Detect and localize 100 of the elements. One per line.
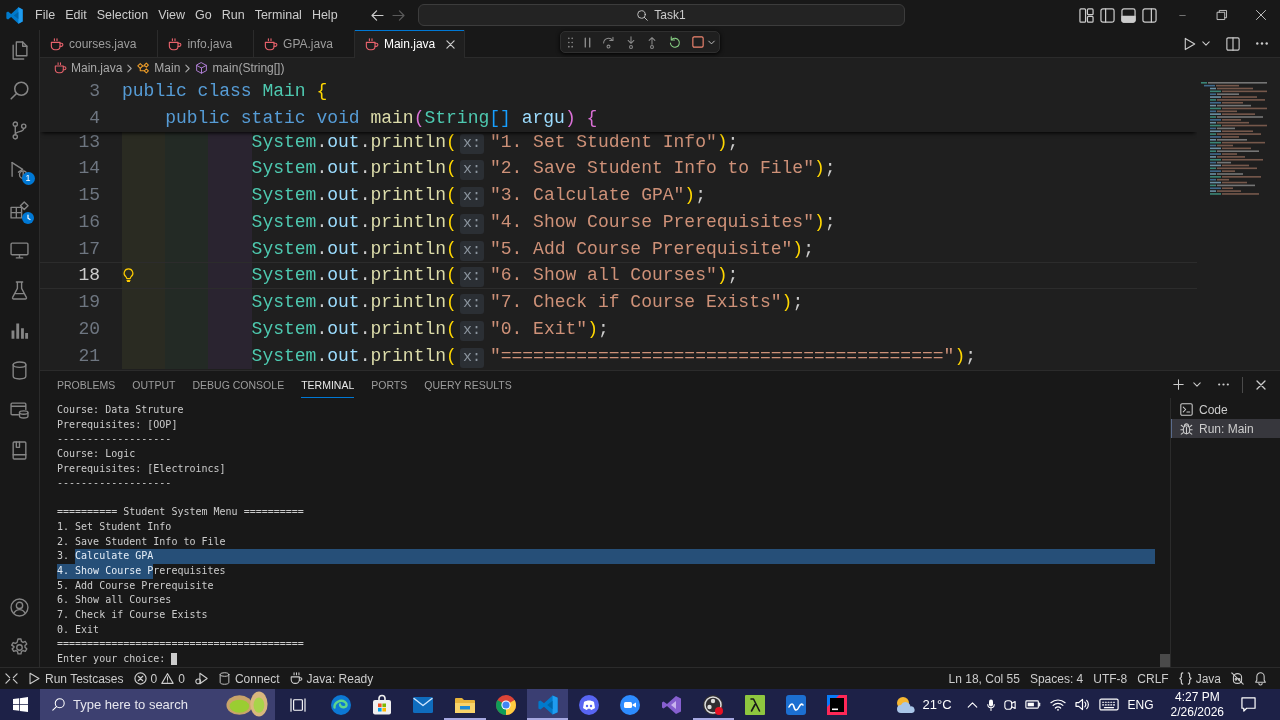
editor-tab[interactable]: Main.java <box>354 30 466 58</box>
breadcrumb-item[interactable]: main(String[]) <box>195 61 285 75</box>
menu-item[interactable]: Terminal <box>249 5 307 25</box>
database-icon <box>217 672 231 685</box>
play-icon[interactable] <box>1184 36 1196 51</box>
flask-icon[interactable] <box>10 280 29 300</box>
status-item[interactable]: UTF-8 <box>1088 668 1133 689</box>
status-item[interactable]: Ln 18, Col 55 <box>943 668 1025 689</box>
panel-tab[interactable]: TERMINAL <box>301 371 355 398</box>
inlay-hint: x: <box>459 267 484 288</box>
close-icon[interactable] <box>1255 10 1266 20</box>
left-sidebar-icon[interactable] <box>1100 7 1115 23</box>
microphone-icon[interactable] <box>986 697 995 712</box>
bottom-panel-icon[interactable] <box>1121 7 1136 23</box>
step-over-icon[interactable] <box>602 35 615 49</box>
status-item[interactable]: Run Testcases <box>23 668 129 689</box>
database-icon[interactable] <box>10 360 29 380</box>
panel-tab[interactable]: DEBUG CONSOLE <box>192 371 285 398</box>
panel-tab[interactable]: QUERY RESULTS <box>424 371 512 398</box>
keyboard-icon[interactable] <box>1098 698 1119 711</box>
menu-item[interactable]: Run <box>216 5 250 25</box>
step-into-icon[interactable] <box>626 35 636 49</box>
restore-icon[interactable] <box>1216 10 1227 20</box>
search-icon[interactable] <box>10 80 29 100</box>
panel-tab[interactable]: PROBLEMS <box>57 371 116 398</box>
monitor-icon[interactable] <box>10 240 29 260</box>
clock-date[interactable]: 2/26/2026 <box>1170 704 1224 720</box>
weather-widget[interactable]: 21°C <box>894 695 952 714</box>
scrollbar-thumb[interactable] <box>1160 654 1170 667</box>
terminal-session-item[interactable]: Run: Main <box>1171 419 1280 438</box>
menu-item[interactable]: Selection <box>91 5 154 25</box>
close-icon[interactable] <box>446 39 456 49</box>
chevron-up-icon[interactable] <box>966 701 978 708</box>
pause-icon[interactable] <box>584 36 591 48</box>
step-out-icon[interactable] <box>647 35 657 49</box>
menu-item[interactable]: Help <box>306 5 343 25</box>
bug-play-icon[interactable] <box>194 672 208 685</box>
menu-item[interactable]: Go <box>190 5 217 25</box>
grip-icon[interactable] <box>568 36 573 48</box>
files-icon[interactable] <box>10 40 29 60</box>
menu-item[interactable]: View <box>153 5 190 25</box>
more-icon[interactable] <box>1218 383 1229 386</box>
stop-icon[interactable] <box>692 36 704 48</box>
menu-item[interactable]: Edit <box>60 5 92 25</box>
inlay-hint: x: <box>459 213 484 234</box>
language-indicator[interactable]: ENG <box>1127 697 1154 712</box>
status-item[interactable]: Java: Ready <box>284 668 379 689</box>
status-item[interactable]: Connect <box>212 668 285 689</box>
taskbar-button[interactable] <box>526 689 569 720</box>
chevron-down-icon[interactable] <box>1202 41 1210 46</box>
status-item[interactable]: Spaces: 4 <box>1024 668 1089 689</box>
remote-arrows-icon[interactable] <box>5 672 18 685</box>
back-arrow-icon[interactable] <box>371 9 384 21</box>
problems-status[interactable]: 0 0 <box>128 668 190 689</box>
clock-time[interactable]: 4:27 PM <box>1174 689 1220 705</box>
play-bug-icon[interactable] <box>10 160 29 180</box>
status-item[interactable]: CRLF <box>1132 668 1174 689</box>
lightbulb-icon[interactable] <box>123 268 134 283</box>
search-field[interactable]: Type here to search <box>40 689 275 720</box>
blocks-icon[interactable] <box>10 200 29 220</box>
breadcrumb-item[interactable]: Main.java <box>54 61 123 75</box>
more-icon[interactable] <box>1256 42 1268 45</box>
task-view-icon[interactable] <box>289 697 306 712</box>
branch-icon[interactable] <box>10 120 29 140</box>
status-item[interactable]: Java <box>1173 668 1226 689</box>
right-sidebar-icon[interactable] <box>1142 7 1157 23</box>
terminal-text: 6. Show all Courses <box>57 593 172 608</box>
settings-icon[interactable] <box>10 637 29 657</box>
plus-icon[interactable] <box>1173 379 1184 390</box>
account-icon[interactable] <box>10 597 29 617</box>
window-database-icon[interactable] <box>10 400 29 420</box>
crossed-face-icon[interactable] <box>1231 672 1244 685</box>
windows-logo-icon[interactable] <box>12 697 28 712</box>
forward-arrow-icon[interactable] <box>392 9 405 21</box>
code-text: System.out.println( <box>251 131 457 152</box>
chevron-down-icon[interactable] <box>708 39 715 45</box>
close-icon[interactable] <box>1256 379 1266 390</box>
panel-tab[interactable]: PORTS <box>371 371 408 398</box>
panel-tab[interactable]: OUTPUT <box>132 371 176 398</box>
bar-chart-icon[interactable] <box>10 320 29 340</box>
minimap-drawing[interactable] <box>1201 82 1267 196</box>
split-editor-icon[interactable] <box>1226 36 1240 51</box>
chevron-down-icon[interactable] <box>1193 382 1201 387</box>
menu-item[interactable]: File <box>30 5 61 25</box>
speech-bubble-icon[interactable] <box>1241 697 1256 712</box>
command-center[interactable]: Task1 <box>418 4 905 26</box>
bell-icon[interactable] <box>1254 672 1267 685</box>
line-number: 18 <box>77 264 100 288</box>
minimize-icon[interactable] <box>1177 14 1188 16</box>
notebook-icon[interactable] <box>10 440 29 460</box>
wifi-icon[interactable] <box>1049 698 1066 711</box>
restart-icon[interactable] <box>668 35 681 49</box>
layout-grid-icon[interactable] <box>1079 7 1094 23</box>
terminal-session-item[interactable]: Code <box>1171 400 1280 419</box>
battery-icon[interactable] <box>1024 699 1041 710</box>
speaker-icon[interactable] <box>1074 698 1090 711</box>
code-text: "========================================="); <box>489 345 976 366</box>
breadcrumb-item[interactable]: Main <box>137 61 181 75</box>
webcam-icon[interactable] <box>1003 697 1016 712</box>
terminal-text: 3. <box>57 549 71 564</box>
